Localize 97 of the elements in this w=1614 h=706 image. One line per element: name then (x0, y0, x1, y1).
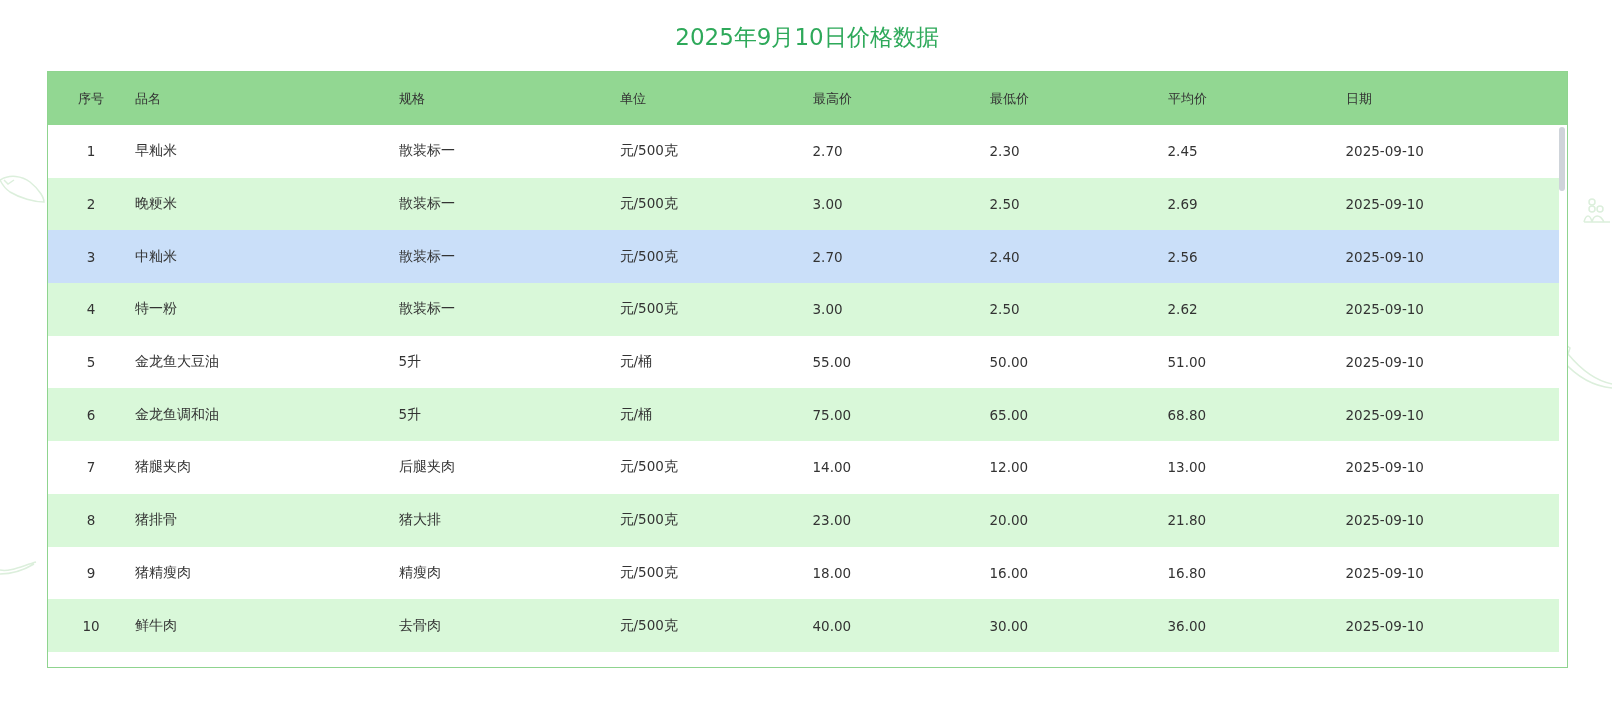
table-cell: 65.00 (989, 406, 1029, 423)
table-cell: 散装标一 (398, 142, 455, 161)
table-cell: 猪精瘦肉 (134, 563, 191, 582)
vegetable-drawing (1582, 196, 1612, 226)
table-cell: 9 (86, 564, 96, 581)
table-cell: 18.00 (812, 564, 852, 581)
table-cell: 后腿夹肉 (398, 458, 455, 477)
table-cell: 2025-09-10 (1345, 617, 1424, 634)
page-title: 2025年9月10日价格数据 (675, 23, 939, 52)
table-row[interactable]: 3 中籼米 散装标一 元/500克 2.70 2.40 2.56 2025-09-10 (47, 230, 1559, 284)
table-cell: 16.80 (1167, 564, 1207, 581)
table-cell: 2025-09-10 (1345, 512, 1424, 529)
table-cell: 2.70 (812, 248, 843, 265)
table-cell: 猪大排 (398, 511, 441, 530)
table-cell: 2 (86, 196, 96, 213)
table-cell: 13.00 (1167, 459, 1207, 476)
table-cell: 元/500克 (619, 247, 678, 266)
table-cell: 14.00 (812, 459, 852, 476)
table-cell: 2.50 (989, 301, 1020, 318)
table-cell: 12.00 (989, 459, 1029, 476)
table-cell: 早籼米 (134, 142, 177, 161)
table-cell: 10 (82, 617, 100, 634)
column-header: 单位 (619, 89, 646, 108)
table-row[interactable]: 4 特一粉 散装标一 元/500克 3.00 2.50 2.62 2025-09-10 (47, 283, 1559, 336)
table-cell: 2.70 (812, 143, 843, 160)
table-cell: 2025-09-10 (1345, 143, 1424, 160)
table-cell: 中籼米 (134, 247, 177, 266)
table-cell: 3.00 (812, 301, 843, 318)
table-cell: 40.00 (812, 617, 852, 634)
table-cell: 2.56 (1167, 248, 1198, 265)
table-cell: 元/500克 (619, 195, 678, 214)
table-cell: 23.00 (812, 512, 852, 529)
table-row[interactable]: 2 晚粳米 散装标一 元/500克 3.00 2.50 2.69 2025-09-10 (47, 177, 1559, 231)
table-cell: 16.00 (989, 564, 1029, 581)
table-cell: 2025-09-10 (1345, 406, 1424, 423)
table-cell: 2.69 (1167, 196, 1198, 213)
table-cell: 精瘦肉 (398, 563, 441, 582)
table-cell: 8 (86, 512, 96, 529)
table-cell: 20.00 (989, 512, 1029, 529)
table-cell: 散装标一 (398, 195, 455, 214)
column-header: 最高价 (812, 89, 852, 108)
column-header: 最低价 (989, 89, 1029, 108)
table-row[interactable]: 8 猪排骨 猪大排 元/500克 23.00 20.00 21.80 2025-09-10 (47, 493, 1559, 547)
table-cell: 2025-09-10 (1345, 196, 1424, 213)
table-cell: 2025-09-10 (1345, 248, 1424, 265)
table-cell: 猪腿夹肉 (134, 458, 191, 477)
table-cell: 21.80 (1167, 512, 1207, 529)
column-header: 平均价 (1167, 89, 1207, 108)
table-cell: 7 (86, 459, 96, 476)
table-cell: 2025-09-10 (1345, 354, 1424, 371)
table-cell: 2.45 (1167, 143, 1198, 160)
table-cell: 3.00 (812, 196, 843, 213)
table-cell: 2.40 (989, 248, 1020, 265)
table-cell: 55.00 (812, 354, 852, 371)
table-cell: 去骨肉 (398, 616, 441, 635)
table-cell: 75.00 (812, 406, 852, 423)
table-cell: 68.80 (1167, 406, 1207, 423)
table-cell: 元/500克 (619, 563, 678, 582)
table-cell: 6 (86, 406, 96, 423)
column-header: 品名 (134, 89, 161, 108)
table-cell: 元/500克 (619, 142, 678, 161)
table-cell: 2.30 (989, 143, 1020, 160)
table-cell: 2025-09-10 (1345, 564, 1424, 581)
table-cell: 2025-09-10 (1345, 459, 1424, 476)
table-cell: 元/500克 (619, 458, 678, 477)
table-cell: 4 (86, 301, 96, 318)
table-cell: 元/桶 (619, 405, 653, 424)
table-row[interactable]: 10 鲜牛肉 去骨肉 元/500克 40.00 30.00 36.00 2025-09-10 (47, 599, 1559, 652)
table-cell: 30.00 (989, 617, 1029, 634)
table-cell: 元/500克 (619, 616, 678, 635)
table-cell: 金龙鱼大豆油 (134, 353, 219, 372)
table-cell: 鲜牛肉 (134, 616, 177, 635)
column-header: 序号 (78, 89, 104, 108)
table-cell: 51.00 (1167, 354, 1207, 371)
table-cell: 散装标一 (398, 247, 455, 266)
table-cell: 特一粉 (134, 300, 177, 319)
table-cell: 2.62 (1167, 301, 1198, 318)
table-cell: 晚粳米 (134, 195, 177, 214)
table-cell: 元/500克 (619, 511, 678, 530)
column-header: 规格 (398, 89, 425, 108)
table-cell: 3 (86, 248, 96, 265)
table-cell: 散装标一 (398, 300, 455, 319)
table-cell: 5升 (398, 405, 422, 424)
table-cell: 36.00 (1167, 617, 1207, 634)
table-cell: 1 (86, 143, 96, 160)
table-cell: 金龙鱼调和油 (134, 405, 219, 424)
table-row[interactable]: 6 金龙鱼调和油 5升 元/桶 75.00 65.00 68.80 2025-09-10 (47, 388, 1559, 442)
table-cell: 2.50 (989, 196, 1020, 213)
table-cell: 50.00 (989, 354, 1029, 371)
table-cell: 5升 (398, 353, 422, 372)
table-cell: 2025-09-10 (1345, 301, 1424, 318)
scrollbar-thumb[interactable] (1558, 127, 1565, 191)
table-cell: 5 (86, 354, 96, 371)
column-header: 日期 (1345, 89, 1372, 108)
table-cell: 元/500克 (619, 300, 678, 319)
table-cell: 猪排骨 (134, 511, 177, 530)
table-cell: 元/桶 (619, 353, 653, 372)
